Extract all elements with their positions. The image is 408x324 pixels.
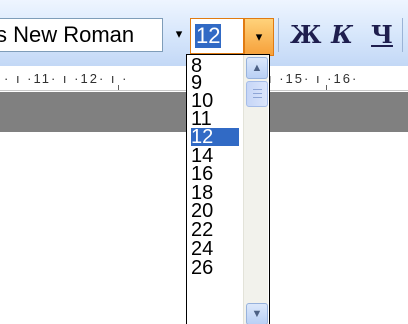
thumb-grip-line	[253, 89, 262, 90]
thumb-grip-line	[253, 93, 262, 94]
font-size-option-selected[interactable]: 12	[191, 127, 239, 147]
font-size-option[interactable]: 24	[191, 239, 239, 259]
ruler-ticks-left: · ı ·11· ı ·12· ı ·	[4, 71, 129, 86]
italic-button[interactable]: К	[328, 20, 356, 50]
bold-button[interactable]: Ж	[290, 20, 322, 50]
toolbar-separator	[278, 18, 279, 52]
font-size-value: 12	[195, 23, 222, 48]
font-size-dropdown-arrow-icon[interactable]: ▾	[244, 18, 274, 56]
dropdown-scrollbar[interactable]: ▲ ▼	[243, 55, 268, 324]
scroll-down-arrow-icon[interactable]: ▼	[246, 303, 268, 324]
ruler-mark	[326, 85, 327, 90]
ruler-ticks-right: ı ·15· ı ·16·	[268, 71, 359, 86]
ruler-mark	[118, 85, 119, 90]
font-size-option[interactable]: 22	[191, 220, 239, 240]
font-size-option[interactable]: 20	[191, 201, 239, 221]
toolbar-separator	[402, 18, 403, 52]
font-size-dropdown-list[interactable]: 8 9 10 11 12 14 16 18 20 22 24 26 ▲ ▼	[186, 54, 270, 324]
font-name-value: s New Roman	[0, 22, 135, 47]
scroll-up-arrow-icon[interactable]: ▲	[246, 57, 268, 79]
scroll-thumb[interactable]	[246, 81, 268, 107]
font-size-option[interactable]: 16	[191, 164, 239, 184]
word-window: s New Roman ▾ 12 ▾ Ж К Ч · ı ·11· ı ·12·…	[0, 0, 408, 324]
font-dropdown-arrow-icon[interactable]: ▾	[170, 18, 188, 50]
font-size-combobox[interactable]: 12	[190, 18, 244, 54]
font-name-combobox[interactable]: s New Roman	[0, 18, 163, 52]
font-size-option[interactable]: 26	[191, 258, 239, 278]
thumb-grip-line	[253, 97, 262, 98]
underline-button[interactable]: Ч	[368, 20, 396, 50]
